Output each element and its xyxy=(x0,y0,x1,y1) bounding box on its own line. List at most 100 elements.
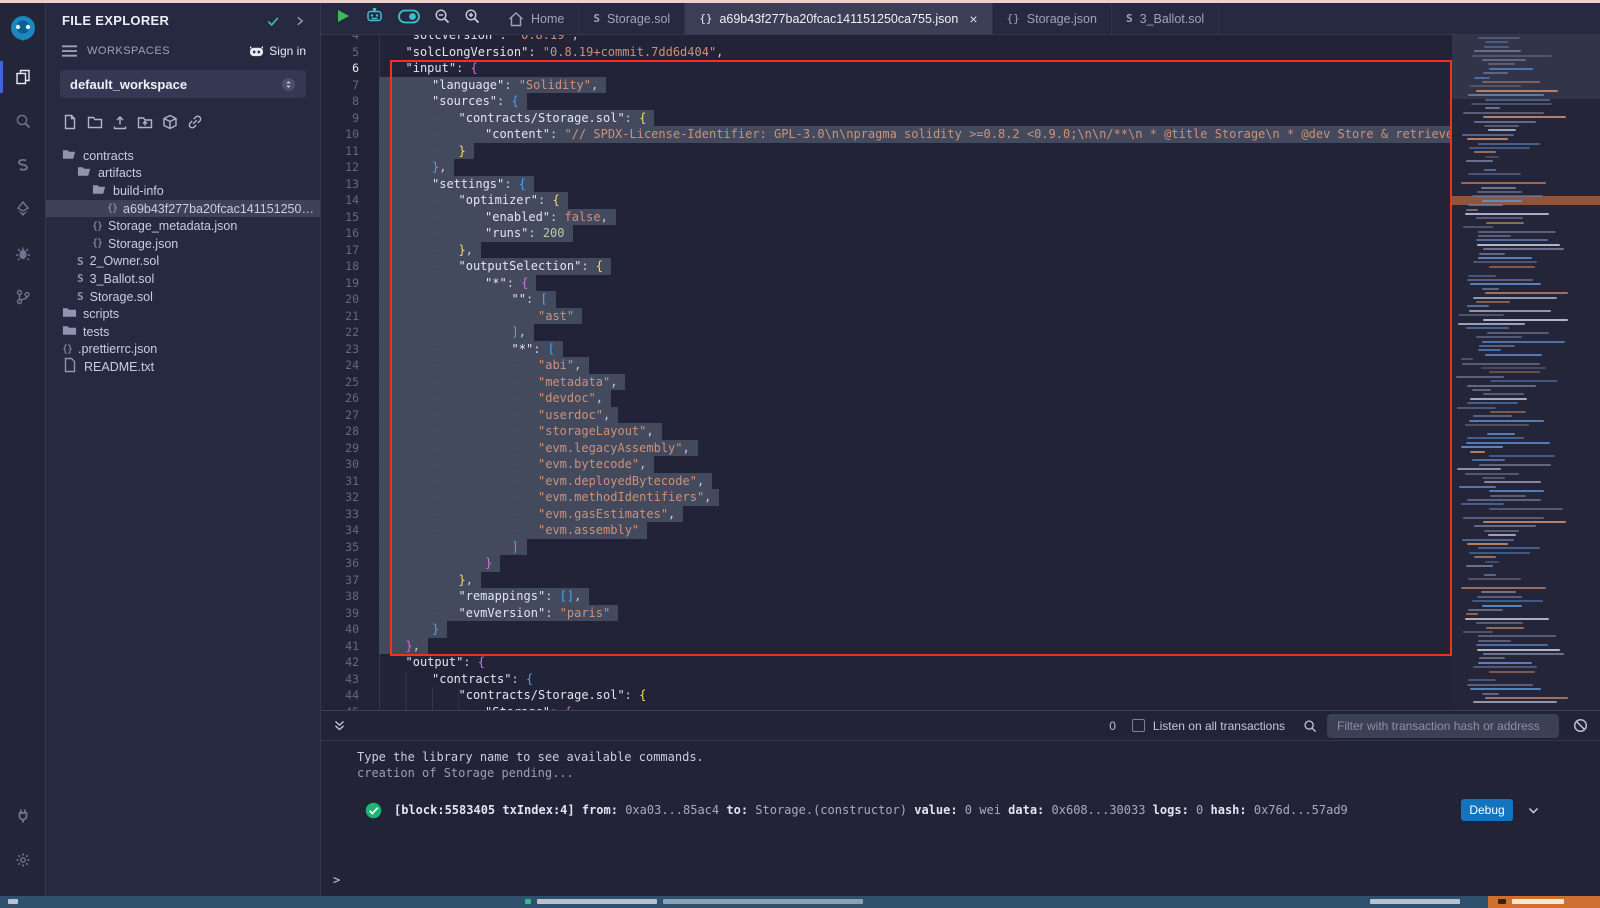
activity-item-deploy-run[interactable] xyxy=(0,187,46,231)
tree-item-2-owner-sol[interactable]: S2_Owner.sol xyxy=(46,253,320,271)
transaction-row[interactable]: [block:5583405 txIndex:4] from: 0xa03...… xyxy=(321,797,1600,823)
code-line-24[interactable]: 24→→→→→→"abi", xyxy=(321,357,1452,374)
tree-item-scripts[interactable]: scripts xyxy=(46,305,320,323)
code-line-13[interactable]: 13→→"settings": { xyxy=(321,176,1452,193)
toggle-button[interactable] xyxy=(398,9,420,29)
zoom-in-button[interactable] xyxy=(464,8,480,29)
code-line-36[interactable]: 36→→→→} xyxy=(321,555,1452,572)
statusbar-alert-badge[interactable] xyxy=(1488,896,1600,908)
line-body: →→→→→→"evm.legacyAssembly", xyxy=(379,440,1452,457)
code-line-31[interactable]: 31→→→→→→"evm.deployedBytecode", xyxy=(321,473,1452,490)
tree-item-contracts[interactable]: contracts xyxy=(46,147,320,165)
code-line-34[interactable]: 34→→→→→→"evm.assembly" xyxy=(321,522,1452,539)
new-file-button[interactable] xyxy=(62,114,78,135)
activity-item-plugin-manager[interactable] xyxy=(0,794,46,838)
terminal-collapse-icon[interactable] xyxy=(333,719,346,732)
tree-item-storage-metadata-json[interactable]: {}Storage_metadata.json xyxy=(46,217,320,235)
code-line-14[interactable]: 14→→→"optimizer": { xyxy=(321,192,1452,209)
tree-item-a69b43f277ba20fcac141151250ca7-[interactable]: {}a69b43f277ba20fcac141151250ca7... xyxy=(46,200,320,218)
code-line-23[interactable]: 23→→→→→"*": [ xyxy=(321,341,1452,358)
remix-logo[interactable] xyxy=(0,3,46,55)
transaction-filter-input[interactable] xyxy=(1327,714,1559,738)
tree-item--prettierrc-json[interactable]: {}.prettierrc.json xyxy=(46,341,320,359)
code-line-4[interactable]: 4"solcVersion": "0.8.19", xyxy=(321,35,1452,44)
tab-3-ballot-sol[interactable]: S3_Ballot.sol xyxy=(1112,3,1219,34)
tree-item-storage-json[interactable]: {}Storage.json xyxy=(46,235,320,253)
code-line-25[interactable]: 25→→→→→→"metadata", xyxy=(321,374,1452,391)
minimap-mark xyxy=(1472,600,1542,602)
terminal-prompt[interactable]: > xyxy=(333,873,340,887)
robot-button[interactable] xyxy=(365,8,384,29)
code-line-40[interactable]: 40→→} xyxy=(321,621,1452,638)
activity-item-file-explorer[interactable] xyxy=(0,55,46,99)
tab-storage-sol[interactable]: SStorage.sol xyxy=(579,3,685,34)
code-line-27[interactable]: 27→→→→→→"userdoc", xyxy=(321,407,1452,424)
tree-item-storage-sol[interactable]: SStorage.sol xyxy=(46,288,320,306)
workspace-select[interactable]: default_workspace xyxy=(60,70,306,98)
code-line-9[interactable]: 9→→→"contracts/Storage.sol": { xyxy=(321,110,1452,127)
activity-item-git[interactable] xyxy=(0,275,46,319)
activity-item-search[interactable] xyxy=(0,99,46,143)
code-line-20[interactable]: 20→→→→→"": [ xyxy=(321,291,1452,308)
code-line-43[interactable]: 43"contracts": { xyxy=(321,671,1452,688)
code-line-10[interactable]: 10→→→→"content": "// SPDX-License-Identi… xyxy=(321,126,1452,143)
code-editor[interactable]: 4"solcVersion": "0.8.19",5"solcLongVersi… xyxy=(321,35,1600,710)
hamburger-menu-icon[interactable] xyxy=(62,45,77,57)
tab-storage-json[interactable]: {}Storage.json xyxy=(993,3,1112,34)
chevron-right-icon[interactable] xyxy=(294,15,306,27)
activity-item-settings[interactable] xyxy=(0,838,46,882)
tree-item-tests[interactable]: tests xyxy=(46,323,320,341)
code-line-30[interactable]: 30→→→→→→"evm.bytecode", xyxy=(321,456,1452,473)
code-line-42[interactable]: 42"output": { xyxy=(321,654,1452,671)
tree-item-readme-txt[interactable]: README.txt xyxy=(46,358,320,376)
tab-home[interactable]: Home xyxy=(494,3,579,34)
activity-item-debugger[interactable] xyxy=(0,231,46,275)
code-line-5[interactable]: 5"solcLongVersion": "0.8.19+commit.7dd6d… xyxy=(321,44,1452,61)
code-line-11[interactable]: 11→→→} xyxy=(321,143,1452,160)
play-button[interactable] xyxy=(335,8,351,29)
debug-button[interactable]: Debug xyxy=(1461,799,1513,821)
new-folder-button[interactable] xyxy=(87,114,103,135)
tab-a69b43f277ba20fcac141151250ca755-json[interactable]: {}a69b43f277ba20fcac141151250ca755.json× xyxy=(685,3,992,34)
clear-console-icon[interactable] xyxy=(1573,718,1588,733)
code-line-44[interactable]: 44"contracts/Storage.sol": { xyxy=(321,687,1452,704)
code-line-17[interactable]: 17→→→}, xyxy=(321,242,1452,259)
code-line-12[interactable]: 12→→}, xyxy=(321,159,1452,176)
code-line-35[interactable]: 35→→→→→] xyxy=(321,539,1452,556)
zoom-out-button[interactable] xyxy=(434,8,450,29)
code-line-6[interactable]: 6"input": { xyxy=(321,60,1452,77)
activity-item-solidity-compiler[interactable] xyxy=(0,143,46,187)
code-line-38[interactable]: 38→→→"remappings": [], xyxy=(321,588,1452,605)
code-line-29[interactable]: 29→→→→→→"evm.legacyAssembly", xyxy=(321,440,1452,457)
clone-link-button[interactable] xyxy=(187,114,203,135)
code-line-22[interactable]: 22→→→→→], xyxy=(321,324,1452,341)
transaction-expand-icon[interactable] xyxy=(1527,804,1540,817)
upload-folder-button[interactable] xyxy=(137,114,153,135)
sign-in-button[interactable]: Sign in xyxy=(249,44,306,58)
code-line-18[interactable]: 18→→→"outputSelection": { xyxy=(321,258,1452,275)
upload-file-button[interactable] xyxy=(112,114,128,135)
code-line-26[interactable]: 26→→→→→→"devdoc", xyxy=(321,390,1452,407)
close-tab-icon[interactable]: × xyxy=(969,11,977,27)
listen-checkbox[interactable] xyxy=(1132,719,1145,732)
code-line-39[interactable]: 39→→→"evmVersion": "paris" xyxy=(321,605,1452,622)
code-line-33[interactable]: 33→→→→→→"evm.gasEstimates", xyxy=(321,506,1452,523)
code-line-28[interactable]: 28→→→→→→"storageLayout", xyxy=(321,423,1452,440)
code-line-7[interactable]: 7→→"language": "Solidity", xyxy=(321,77,1452,94)
code-line-16[interactable]: 16→→→→"runs": 200 xyxy=(321,225,1452,242)
minimap[interactable] xyxy=(1452,35,1600,710)
code-line-19[interactable]: 19→→→→"*": { xyxy=(321,275,1452,292)
tree-item-build-info[interactable]: build-info xyxy=(46,182,320,200)
code-line-8[interactable]: 8→→"sources": { xyxy=(321,93,1452,110)
code-line-37[interactable]: 37→→→}, xyxy=(321,572,1452,589)
code-line-15[interactable]: 15→→→→"enabled": false, xyxy=(321,209,1452,226)
line-number: 34 xyxy=(321,522,379,539)
workspace-cube-button[interactable] xyxy=(162,114,178,135)
tree-item-3-ballot-sol[interactable]: S3_Ballot.sol xyxy=(46,270,320,288)
code-line-32[interactable]: 32→→→→→→"evm.methodIdentifiers", xyxy=(321,489,1452,506)
tree-item-artifacts[interactable]: artifacts xyxy=(46,165,320,183)
terminal-search-icon[interactable] xyxy=(1303,719,1317,733)
code-line-41[interactable]: 41→}, xyxy=(321,638,1452,655)
code-line-21[interactable]: 21→→→→→→"ast" xyxy=(321,308,1452,325)
tx-field-value: Storage.(constructor) xyxy=(748,803,907,817)
